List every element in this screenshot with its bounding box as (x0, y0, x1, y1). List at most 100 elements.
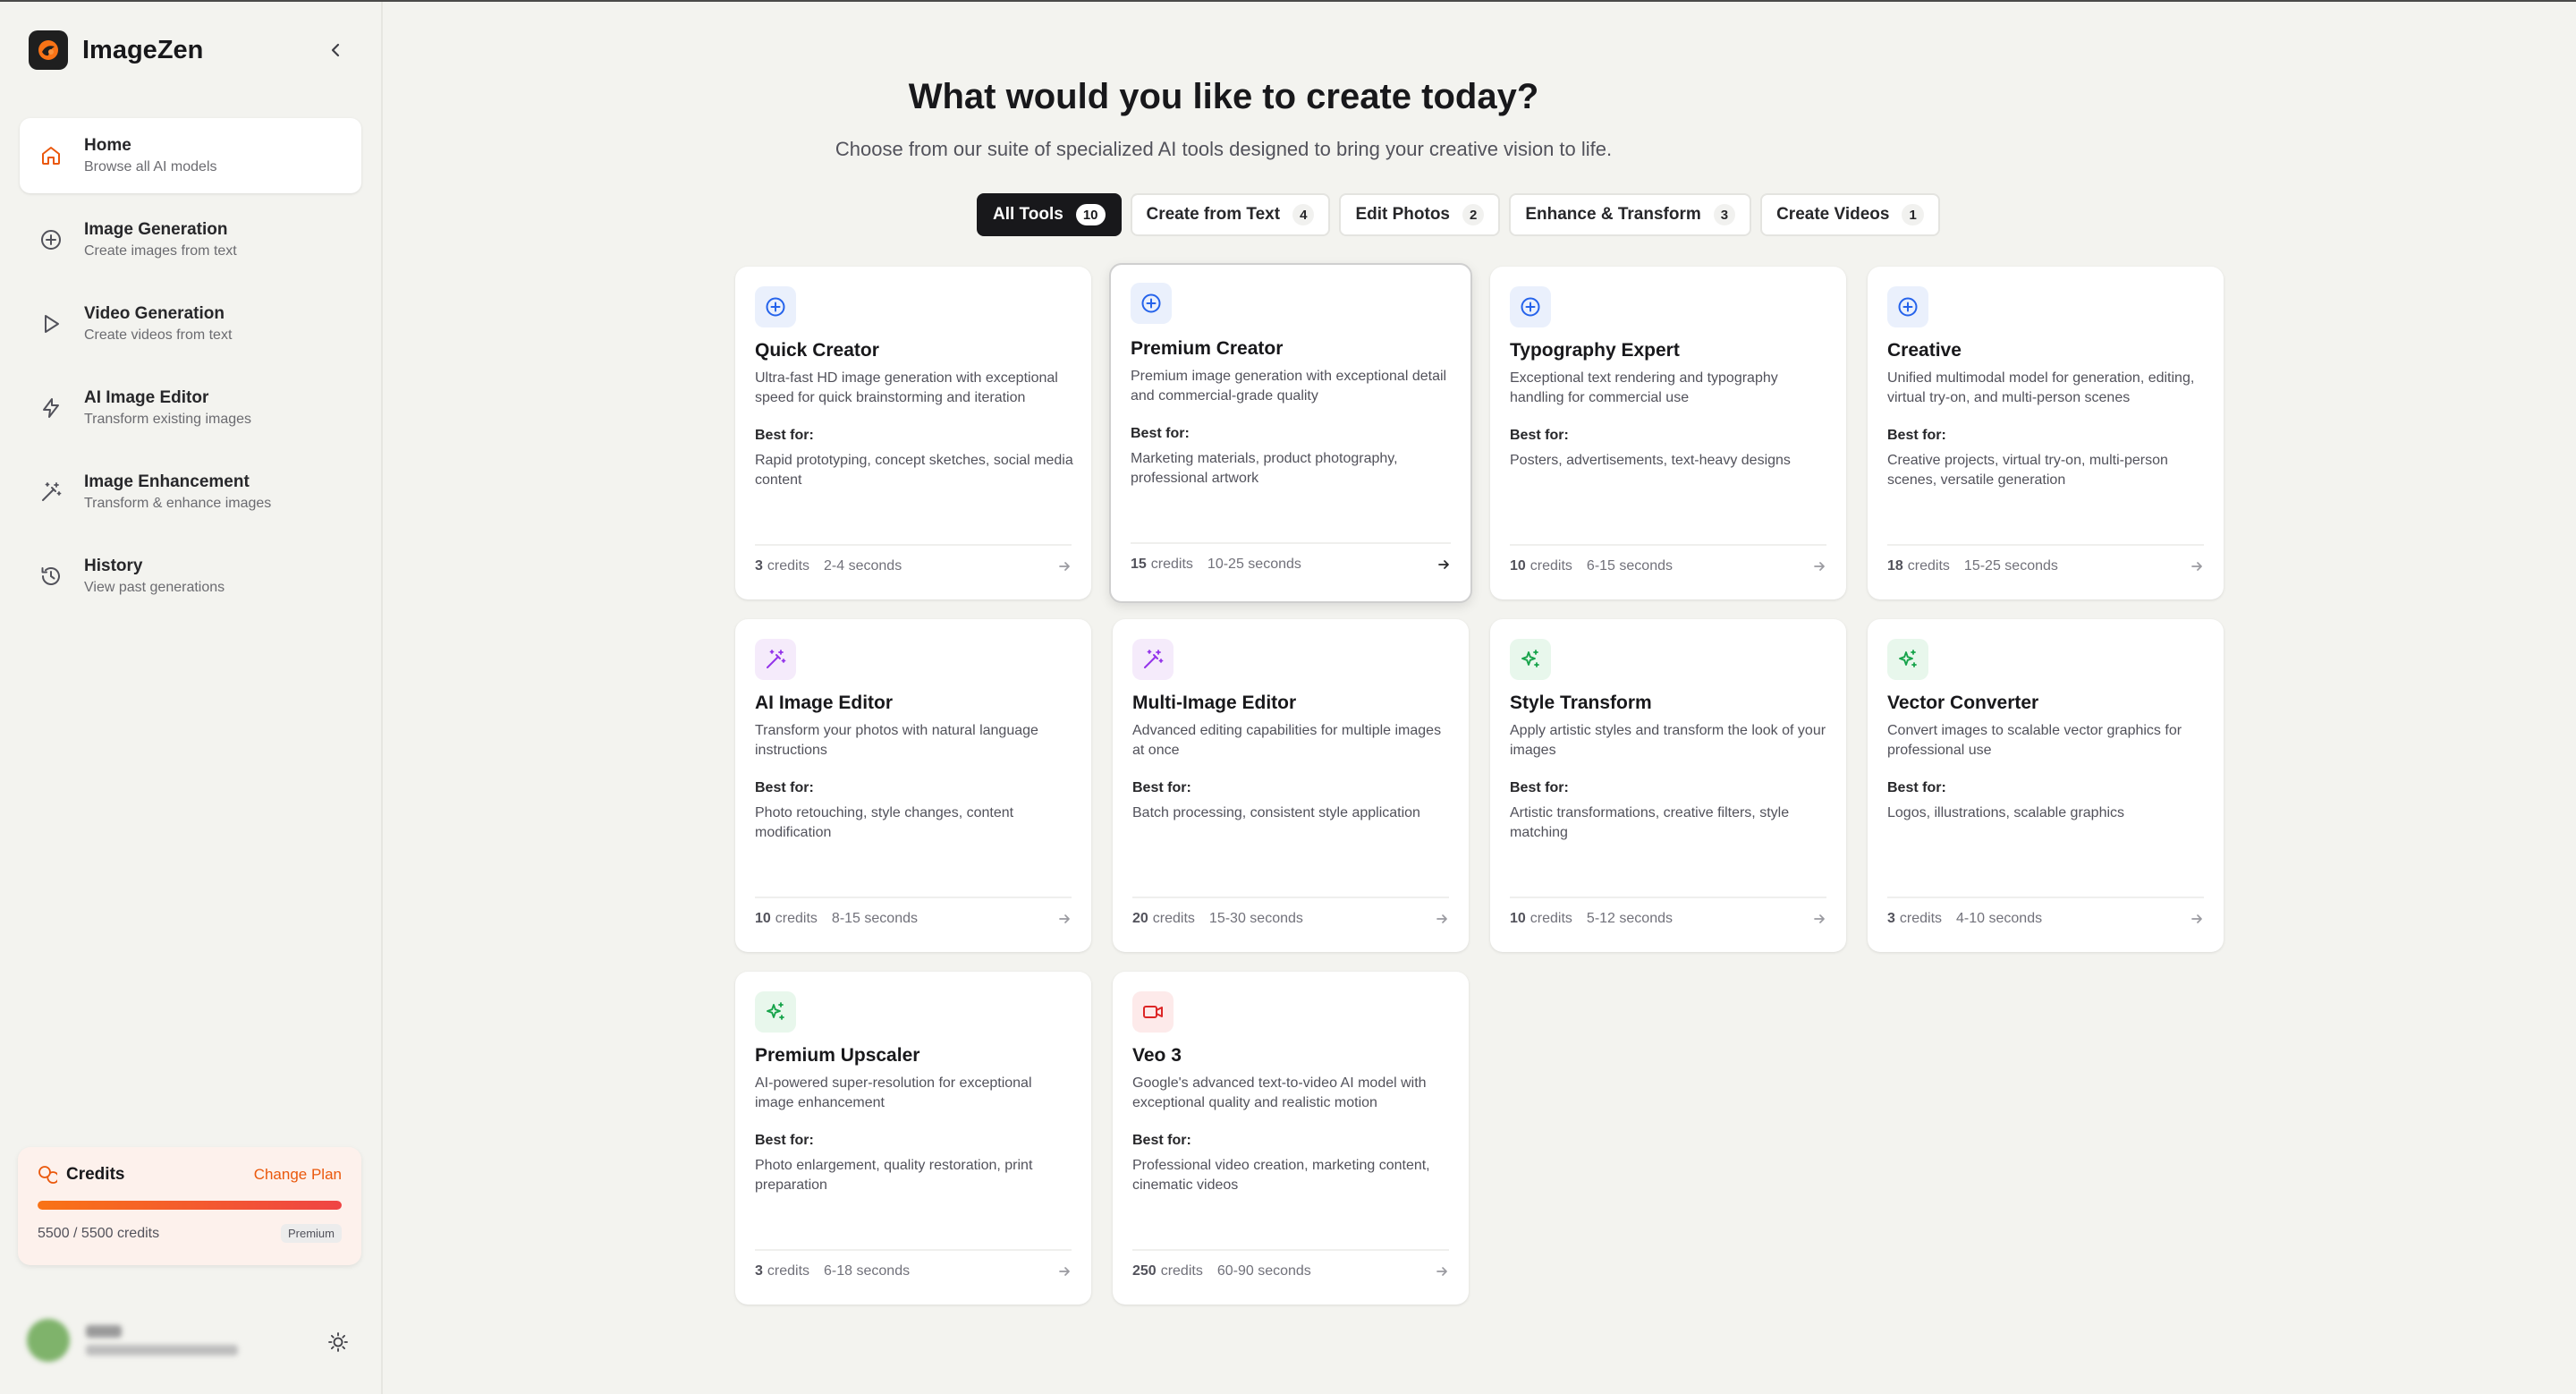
card-time: 15-30 seconds (1208, 911, 1303, 926)
tab-create-from-text[interactable]: Create from Text 4 (1130, 193, 1331, 236)
sidebar: ImageZen Home Browse all AI models Image… (0, 2, 383, 1394)
main-content: What would you like to create today? Cho… (385, 2, 2576, 1394)
arrow-right-icon[interactable] (2190, 559, 2204, 574)
sparkles-icon (1510, 639, 1551, 680)
magic-wand-icon (755, 639, 796, 680)
magic-wand-icon (38, 479, 64, 506)
best-for-text: Creative projects, virtual try-on, multi… (1887, 453, 2168, 488)
sidebar-item-sublabel: Create videos from text (84, 327, 233, 343)
arrow-right-icon[interactable] (2190, 912, 2204, 926)
tab-count-badge: 2 (1462, 204, 1485, 225)
tool-card-multi-image-editor[interactable]: Multi-Image Editor Advanced editing capab… (1113, 619, 1469, 952)
user-profile[interactable] (27, 1315, 358, 1365)
sidebar-item-sublabel: View past generations (84, 580, 225, 595)
tool-card-quick-creator[interactable]: Quick Creator Ultra-fast HD image generat… (735, 267, 1091, 599)
tab-label: Edit Photos (1355, 205, 1450, 224)
arrow-right-icon[interactable] (1057, 559, 1072, 574)
sidebar-item-label: Image Enhancement (84, 472, 250, 491)
home-icon (38, 142, 64, 169)
change-plan-link[interactable]: Change Plan (254, 1166, 342, 1184)
card-credits-unit: credits (767, 1263, 810, 1279)
plus-circle-icon (1887, 286, 1928, 327)
card-credits: 20 (1132, 911, 1148, 926)
arrow-right-icon[interactable] (1436, 557, 1451, 572)
chevron-left-icon (331, 43, 340, 57)
card-credits: 3 (1887, 911, 1895, 926)
card-credits-unit: credits (767, 558, 810, 574)
plus-circle-icon (755, 286, 796, 327)
card-credits-unit: credits (1152, 911, 1195, 926)
card-credits: 10 (1510, 911, 1526, 926)
sidebar-item-ai-image-editor[interactable]: AI Image Editor Transform existing image… (20, 370, 361, 446)
sidebar-item-sublabel: Create images from text (84, 243, 237, 259)
card-title: Quick Creator (755, 340, 879, 361)
user-email-blurred (86, 1345, 238, 1356)
card-credits-unit: credits (1150, 557, 1193, 572)
arrow-right-icon[interactable] (1435, 1264, 1449, 1279)
sidebar-item-video-generation[interactable]: Video Generation Create videos from text (20, 286, 361, 361)
card-description: Google's advanced text-to-video AI model… (1132, 1075, 1427, 1110)
credits-progress-bar (38, 1201, 342, 1210)
sidebar-item-label: AI Image Editor (84, 388, 209, 407)
play-icon (38, 310, 64, 337)
best-for-label: Best for: (755, 1133, 814, 1148)
card-credits: 10 (1510, 558, 1526, 574)
sidebar-item-image-enhancement[interactable]: Image Enhancement Transform & enhance im… (20, 455, 361, 530)
card-credits-unit: credits (775, 911, 818, 926)
sparkles-icon (1887, 639, 1928, 680)
card-description: Premium image generation with exceptiona… (1131, 369, 1447, 404)
card-credits-unit: credits (1160, 1263, 1203, 1279)
card-title: Style Transform (1510, 693, 1652, 713)
card-title: AI Image Editor (755, 693, 894, 713)
arrow-right-icon[interactable] (1435, 912, 1449, 926)
best-for-text: Logos, illustrations, scalable graphics (1887, 805, 2125, 820)
card-title: Vector Converter (1887, 693, 2039, 713)
card-credits-unit: credits (1530, 558, 1572, 574)
best-for-label: Best for: (1887, 780, 1946, 795)
tab-all-tools[interactable]: All Tools 10 (977, 193, 1122, 236)
plus-circle-icon (1131, 283, 1172, 324)
sidebar-item-home[interactable]: Home Browse all AI models (20, 118, 361, 193)
tab-count-badge: 3 (1713, 204, 1736, 225)
tab-enhance-transform[interactable]: Enhance & Transform 3 (1509, 193, 1752, 236)
card-time: 60-90 seconds (1216, 1263, 1311, 1279)
theme-toggle-button[interactable] (324, 1328, 352, 1356)
tool-card-ai-image-editor[interactable]: AI Image Editor Transform your photos wit… (735, 619, 1091, 952)
tool-card-creative[interactable]: Creative Unified multimodal model for gen… (1868, 267, 2224, 599)
arrow-right-icon[interactable] (1812, 912, 1826, 926)
video-camera-icon (1132, 991, 1174, 1033)
sidebar-item-sublabel: Transform existing images (84, 412, 252, 427)
tool-card-typography-expert[interactable]: Typography Expert Exceptional text render… (1490, 267, 1846, 599)
card-description: Advanced editing capabilities for multip… (1132, 723, 1442, 758)
card-title: Typography Expert (1510, 340, 1680, 361)
sidebar-item-image-generation[interactable]: Image Generation Create images from text (20, 202, 361, 277)
tool-card-vector-converter[interactable]: Vector Converter Convert images to scalab… (1868, 619, 2224, 952)
arrow-right-icon[interactable] (1057, 1264, 1072, 1279)
card-time: 4-10 seconds (1956, 911, 2043, 926)
arrow-right-icon[interactable] (1057, 912, 1072, 926)
best-for-label: Best for: (755, 780, 814, 795)
tab-label: All Tools (993, 205, 1063, 224)
tab-count-badge: 1 (1902, 204, 1924, 225)
card-time: 6-18 seconds (824, 1263, 911, 1279)
best-for-text: Photo retouching, style changes, content… (755, 805, 1014, 840)
best-for-label: Best for: (1131, 426, 1190, 441)
card-description: Ultra-fast HD image generation with exce… (755, 370, 1058, 405)
credits-label: Credits (66, 1165, 125, 1184)
brand[interactable]: ImageZen (29, 30, 203, 70)
collapse-sidebar-button[interactable] (322, 36, 351, 64)
tab-edit-photos[interactable]: Edit Photos 2 (1339, 193, 1501, 236)
tool-card-premium-creator[interactable]: Premium Creator Premium image generation … (1109, 263, 1472, 603)
tool-card-premium-upscaler[interactable]: Premium Upscaler AI-powered super-resolut… (735, 972, 1091, 1305)
sidebar-item-history[interactable]: History View past generations (20, 539, 361, 614)
sidebar-item-sublabel: Browse all AI models (84, 159, 217, 174)
tab-create-videos[interactable]: Create Videos 1 (1760, 193, 1940, 236)
best-for-text: Marketing materials, product photography… (1131, 451, 1398, 486)
arrow-right-icon[interactable] (1812, 559, 1826, 574)
card-description: Apply artistic styles and transform the … (1510, 723, 1826, 758)
tool-card-style-transform[interactable]: Style Transform Apply artistic styles and… (1490, 619, 1846, 952)
sidebar-item-sublabel: Transform & enhance images (84, 496, 272, 511)
card-description: AI-powered super-resolution for exceptio… (755, 1075, 1032, 1110)
sidebar-nav: Home Browse all AI models Image Generati… (20, 118, 361, 623)
tool-card-veo-3[interactable]: Veo 3 Google's advanced text-to-video AI … (1113, 972, 1469, 1305)
